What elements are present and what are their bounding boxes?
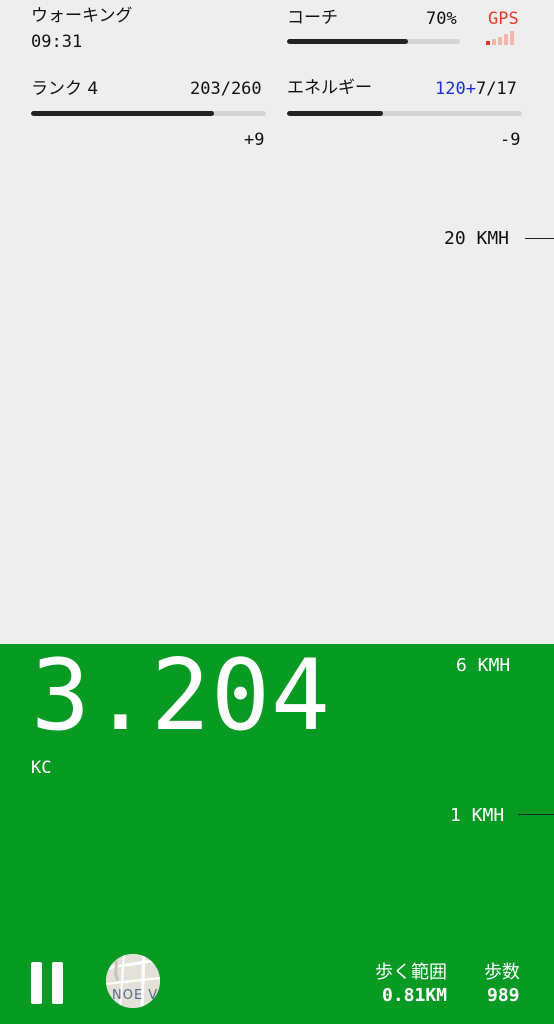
speed-scale-low-label: 1 KMH: [450, 805, 505, 826]
speed-scale-mid-label: 6 KMH: [456, 655, 511, 676]
energy-label: エネルギー: [287, 78, 372, 98]
distance-value: 0.81KM: [382, 985, 448, 1006]
energy-progress-bar: [287, 111, 522, 116]
gps-label: GPS: [488, 9, 519, 29]
energy-value-highlight: 120+: [435, 79, 476, 99]
coach-percent: 70%: [426, 9, 457, 29]
steps-label: 歩数: [484, 962, 520, 983]
steps-value: 989: [487, 985, 520, 1006]
speed-scale-low-tick: [518, 814, 554, 815]
coach-label: コーチ: [287, 8, 338, 28]
active-speed-zone: 3.204 KC 6 KMH 1 KMH NOE V 歩く範囲 0.81KM 歩…: [0, 644, 554, 1024]
activity-name: ウォーキング: [31, 6, 133, 26]
energy-progress-fill: [287, 111, 384, 116]
main-value: 3.204: [31, 639, 332, 753]
rank-label: ランク 4: [31, 79, 99, 99]
rank-progress-fill: [31, 111, 215, 116]
energy-delta: -9: [500, 130, 521, 150]
distance-label: 歩く範囲: [375, 962, 447, 983]
rank-delta: +9: [244, 130, 265, 150]
coach-progress-bar: [287, 39, 460, 44]
map-thumbnail-button[interactable]: NOE V: [106, 954, 160, 1008]
rank-progress-bar: [31, 111, 266, 116]
map-street-label: NOE V: [112, 988, 159, 1003]
rank-value: 203/260: [190, 79, 262, 99]
pause-icon-left: [31, 962, 42, 1004]
energy-value: 120+7/17: [435, 79, 517, 99]
coach-progress-fill: [287, 39, 409, 44]
speed-scale-top-label: 20 KMH: [444, 228, 510, 249]
clock-time: 09:31: [31, 32, 83, 52]
main-unit: KC: [31, 758, 52, 778]
speed-scale-top-tick: [525, 238, 554, 239]
energy-value-rest: 7/17: [475, 79, 517, 99]
pause-button[interactable]: [31, 962, 63, 1004]
pause-icon-right: [52, 962, 63, 1004]
gps-signal-icon: [486, 31, 514, 45]
